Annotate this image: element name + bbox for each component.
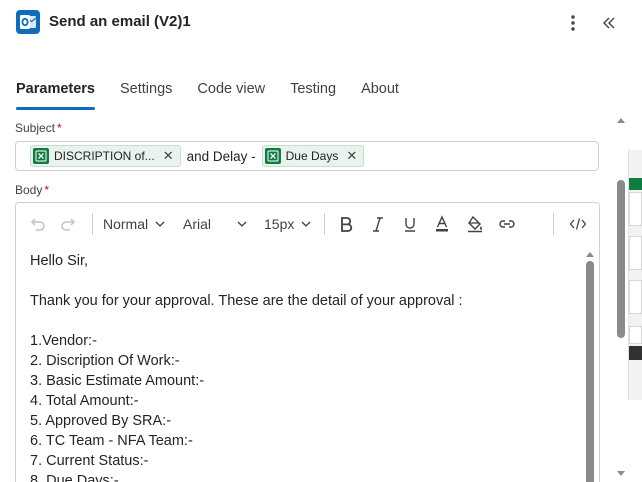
subject-label: Subject * bbox=[15, 121, 62, 135]
scroll-down-icon[interactable] bbox=[616, 470, 626, 478]
more-vertical-icon bbox=[571, 15, 575, 31]
font-color-icon[interactable] bbox=[434, 215, 450, 233]
chevron-down-icon bbox=[237, 221, 247, 227]
token-label: Due Days bbox=[285, 149, 339, 163]
body-line bbox=[30, 311, 580, 331]
token-label: DISCRIPTION of... bbox=[54, 149, 155, 163]
body-line: 3. Basic Estimate Amount:- bbox=[30, 373, 205, 389]
tab-about[interactable]: About bbox=[361, 76, 399, 110]
toolbar-divider bbox=[92, 213, 93, 235]
scroll-up-icon[interactable] bbox=[616, 116, 626, 124]
panel-scrollbar-thumb[interactable] bbox=[617, 180, 625, 338]
email-body-content[interactable]: Hello Sir, Thank you for your approval. … bbox=[30, 251, 580, 482]
scroll-up-icon bbox=[586, 252, 594, 257]
undo-icon[interactable] bbox=[28, 215, 46, 233]
canvas-card[interactable] bbox=[629, 326, 642, 344]
canvas-card[interactable] bbox=[629, 236, 642, 270]
excel-icon bbox=[264, 148, 281, 164]
canvas-card-header bbox=[629, 178, 642, 190]
redo-icon[interactable] bbox=[60, 215, 78, 233]
required-mark: * bbox=[44, 183, 50, 197]
canvas-card-footer bbox=[629, 346, 642, 360]
page-title: Send an email (V2)1 bbox=[49, 13, 191, 30]
body-line: 2. Discription Of Work:- bbox=[30, 353, 180, 369]
chevron-down-icon bbox=[301, 221, 311, 227]
underline-icon[interactable] bbox=[402, 215, 418, 233]
toolbar-divider bbox=[553, 213, 554, 235]
remove-token-icon[interactable]: ✕ bbox=[346, 148, 357, 164]
tab-list: Parameters Settings Code view Testing Ab… bbox=[16, 76, 424, 112]
body-editor[interactable]: Normal Arial 15px Hello Sir, Thank you f… bbox=[15, 202, 600, 482]
outlook-icon bbox=[16, 10, 40, 34]
body-line: 6. TC Team - NFA Team:- bbox=[30, 433, 193, 449]
tab-settings[interactable]: Settings bbox=[120, 76, 172, 110]
dynamic-token-due-days[interactable]: Due Days ✕ bbox=[261, 145, 365, 167]
body-line: Thank you for your approval. These are t… bbox=[30, 293, 463, 309]
tab-testing[interactable]: Testing bbox=[290, 76, 336, 110]
subject-input[interactable]: DISCRIPTION of... ✕ and Delay - Due Days… bbox=[15, 141, 599, 171]
tab-code-view[interactable]: Code view bbox=[197, 76, 265, 110]
canvas-card[interactable] bbox=[629, 280, 642, 314]
body-line bbox=[30, 271, 580, 291]
tab-parameters[interactable]: Parameters bbox=[16, 76, 95, 110]
more-options-button[interactable] bbox=[562, 12, 584, 34]
toolbar-divider bbox=[324, 213, 325, 235]
remove-token-icon[interactable]: ✕ bbox=[163, 148, 174, 164]
font-family-dropdown[interactable]: Arial bbox=[183, 216, 247, 232]
italic-icon[interactable] bbox=[370, 215, 386, 233]
body-line: 1.Vendor:- bbox=[30, 333, 97, 349]
code-view-icon[interactable] bbox=[569, 215, 587, 233]
panel-header: Send an email (V2)1 bbox=[0, 0, 628, 46]
paragraph-style-dropdown[interactable]: Normal bbox=[103, 216, 165, 232]
canvas-card[interactable] bbox=[629, 192, 642, 226]
body-line: 8. Due Days:- bbox=[30, 473, 119, 482]
highlight-color-icon[interactable] bbox=[466, 215, 484, 233]
body-label: Body * bbox=[15, 183, 50, 197]
link-icon[interactable] bbox=[498, 215, 516, 233]
chevron-double-left-icon bbox=[603, 17, 615, 29]
bold-icon[interactable] bbox=[338, 215, 354, 233]
chevron-down-icon bbox=[155, 221, 165, 227]
editor-scrollbar-thumb[interactable] bbox=[586, 261, 594, 482]
body-line: 7. Current Status:- bbox=[30, 453, 149, 469]
body-line: 4. Total Amount:- bbox=[30, 393, 139, 409]
collapse-panel-button[interactable] bbox=[598, 12, 620, 34]
body-line: Hello Sir, bbox=[30, 253, 89, 269]
font-size-dropdown[interactable]: 15px bbox=[264, 216, 311, 232]
body-line: 5. Approved By SRA:- bbox=[30, 413, 172, 429]
editor-toolbar: Normal Arial 15px bbox=[16, 203, 599, 245]
required-mark: * bbox=[57, 121, 62, 135]
excel-icon bbox=[33, 148, 49, 164]
subject-text: and Delay - bbox=[186, 148, 256, 164]
dynamic-token-description[interactable]: DISCRIPTION of... ✕ bbox=[30, 145, 181, 167]
